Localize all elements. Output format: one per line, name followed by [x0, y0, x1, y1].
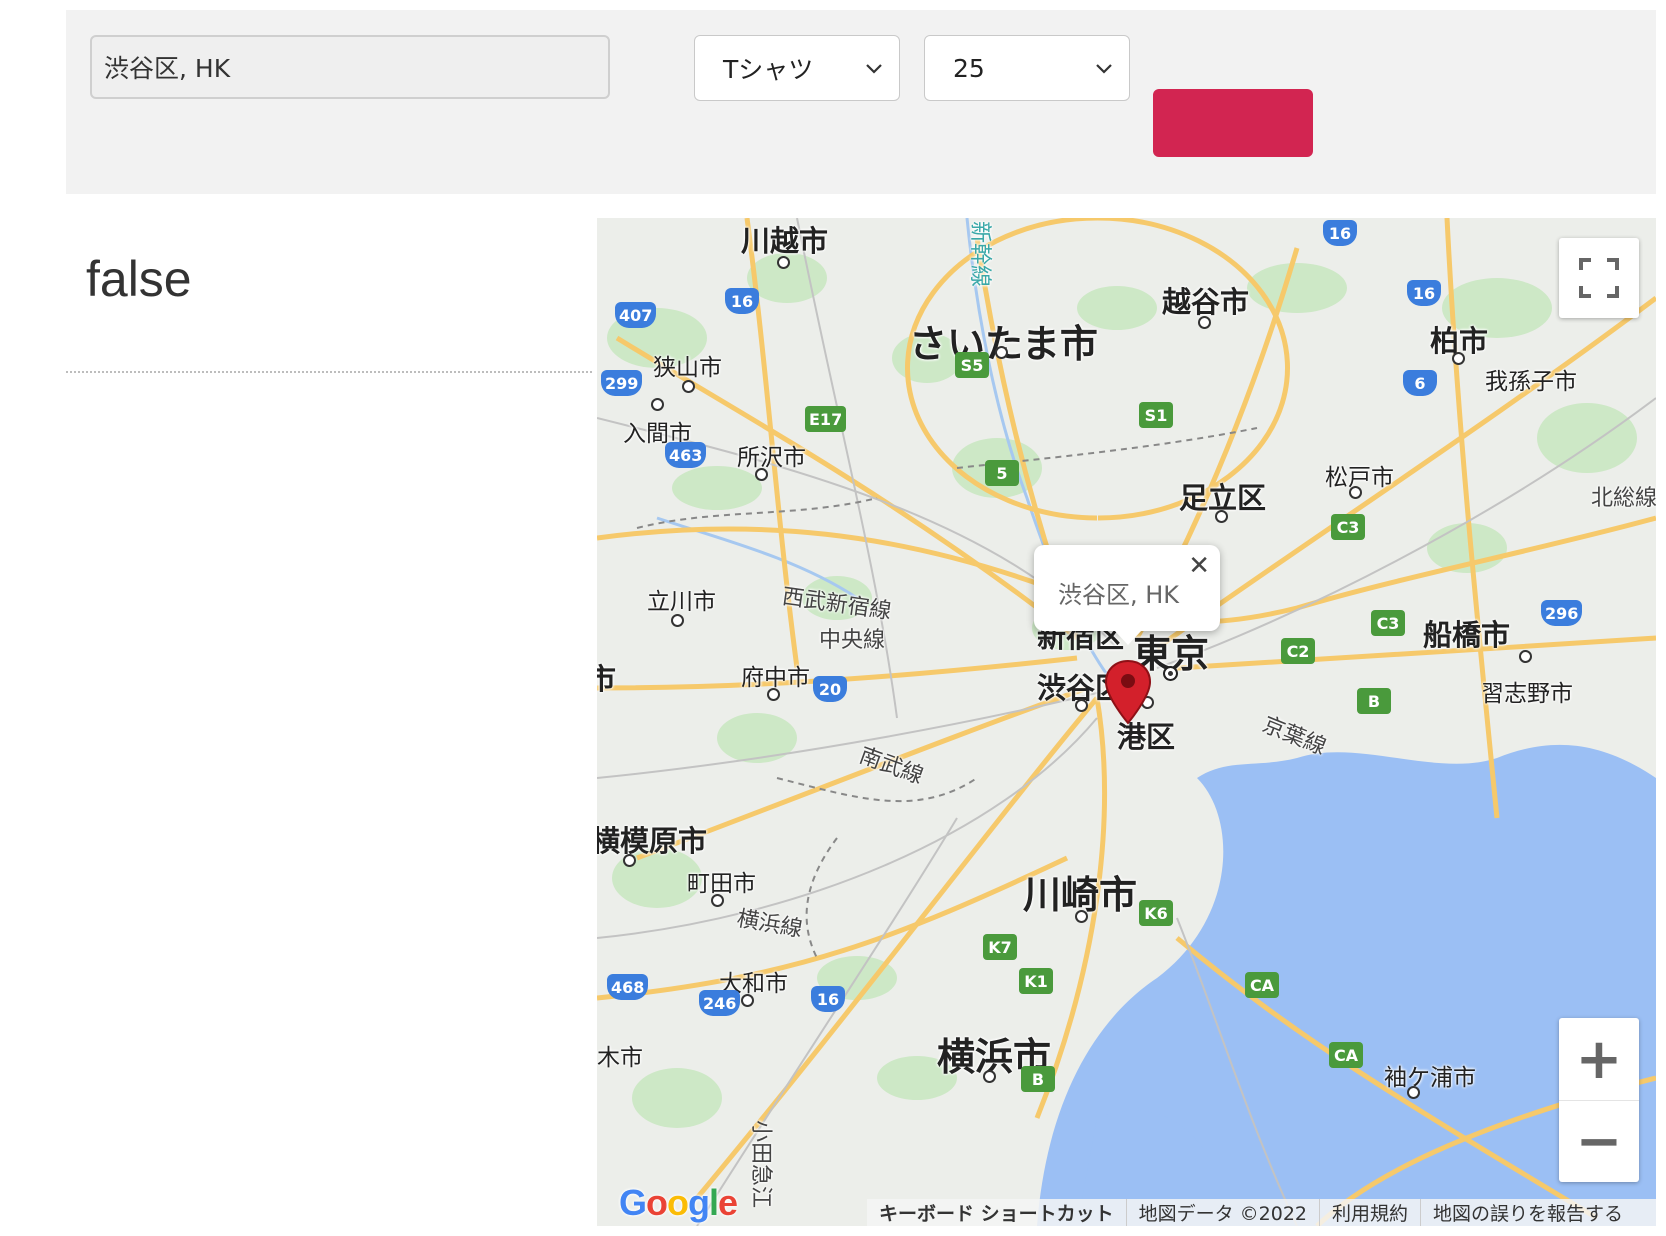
zoom-in-button[interactable]: + — [1559, 1018, 1639, 1101]
map-label-sayama: 狭山市 — [653, 355, 722, 381]
close-icon[interactable]: ✕ — [1188, 551, 1210, 581]
google-logo[interactable]: Google — [619, 1182, 738, 1224]
route-shield: C3 — [1331, 514, 1365, 540]
city-marker — [1075, 699, 1088, 712]
route-shield: CA — [1329, 1042, 1363, 1068]
route-shield: 16 — [1407, 280, 1441, 306]
city-marker — [1349, 486, 1362, 499]
map-label-saitama: さいたま市 — [909, 322, 1098, 366]
info-window: 渋谷区, HK ✕ — [1034, 545, 1220, 645]
route-shield: 16 — [1323, 220, 1357, 246]
fullscreen-button[interactable] — [1559, 238, 1639, 318]
map-label-sagamihara: 横模原市 — [597, 824, 708, 858]
city-marker — [755, 468, 768, 481]
city-marker — [1452, 352, 1465, 365]
map-label-west-edge-2: 木市 — [597, 1045, 643, 1071]
route-shield: 407 — [615, 302, 657, 328]
map-label-abiko: 我孫子市 — [1485, 369, 1577, 395]
map-label-tokorozawa: 所沢市 — [737, 445, 806, 471]
attribution-bar: キーボード ショートカット 地図データ ©2022 利用規約 地図の誤りを報告す… — [867, 1199, 1656, 1226]
route-shield: B — [1357, 688, 1391, 714]
city-marker — [1198, 316, 1211, 329]
route-shield: 463 — [665, 442, 707, 468]
chevron-down-icon — [866, 64, 882, 74]
route-shield: B — [1021, 1066, 1055, 1092]
map-label-tachikawa: 立川市 — [647, 589, 716, 615]
city-marker — [1519, 650, 1532, 663]
map-data-credit: 地図データ ©2022 — [1127, 1199, 1321, 1226]
route-shield: 16 — [811, 986, 845, 1012]
route-shield: K6 — [1139, 900, 1173, 926]
map-pin-icon[interactable] — [1103, 659, 1153, 727]
map-label-sodegaura: 袖ケ浦市 — [1384, 1065, 1476, 1091]
route-shield: 246 — [699, 990, 741, 1016]
city-marker — [995, 346, 1008, 359]
map-label-funabashi: 船橋市 — [1423, 618, 1511, 652]
city-marker — [671, 614, 684, 627]
map-label-machida: 町田市 — [687, 871, 756, 897]
map-label-kitasou: 北総線 — [1591, 486, 1656, 511]
route-shield: 6 — [1403, 370, 1437, 396]
map-label-west-edge: 市 — [597, 662, 617, 696]
report-error-link[interactable]: 地図の誤りを報告する — [1421, 1199, 1635, 1226]
city-marker — [623, 854, 636, 867]
product-type-select[interactable]: Tシャツ — [694, 35, 900, 101]
route-shield: 20 — [813, 676, 847, 702]
result-text: false — [86, 251, 192, 307]
city-marker — [767, 688, 780, 701]
route-shield: 468 — [607, 974, 649, 1000]
divider — [66, 371, 592, 373]
route-shield: K1 — [1019, 968, 1053, 994]
route-shield: CA — [1245, 972, 1279, 998]
map-label-fuchu: 府中市 — [741, 665, 810, 691]
map[interactable]: 川越市 さいたま市 越谷市 柏市 我孫子市 狭山市 入間市 所沢市 足立区 松戸… — [597, 218, 1656, 1226]
map-label-shinkansen: 新幹線 — [967, 220, 993, 288]
map-label-kawagoe: 川越市 — [741, 224, 829, 258]
search-panel: Tシャツ 25 — [66, 10, 1656, 194]
route-shield: S1 — [1139, 402, 1173, 428]
city-marker — [682, 380, 695, 393]
map-label-narashino: 習志野市 — [1481, 681, 1573, 707]
zoom-control: + − — [1559, 1018, 1639, 1182]
capital-marker — [1163, 666, 1178, 681]
map-label-koshigaya: 越谷市 — [1162, 285, 1250, 319]
terms-link[interactable]: 利用規約 — [1320, 1199, 1422, 1226]
city-marker — [1075, 910, 1088, 923]
count-value: 25 — [953, 53, 985, 83]
info-window-text: 渋谷区, HK — [1058, 581, 1180, 609]
route-shield: 16 — [725, 288, 759, 314]
fullscreen-icon — [1579, 258, 1619, 298]
city-marker — [983, 1070, 996, 1083]
keyboard-shortcuts-link[interactable]: キーボード ショートカット — [867, 1199, 1127, 1226]
city-marker — [777, 256, 790, 269]
route-shield: K7 — [983, 934, 1017, 960]
route-shield: C3 — [1371, 610, 1405, 636]
location-input[interactable] — [90, 35, 610, 99]
route-shield: S5 — [955, 352, 989, 378]
city-marker — [1215, 510, 1228, 523]
count-select[interactable]: 25 — [924, 35, 1130, 101]
product-type-value: Tシャツ — [723, 55, 814, 84]
map-label-chuo-line: 中央線 — [819, 628, 886, 653]
city-marker — [741, 994, 754, 1007]
city-marker — [651, 398, 664, 411]
city-marker — [711, 894, 724, 907]
chevron-down-icon — [1096, 64, 1112, 74]
route-shield: 299 — [601, 370, 643, 396]
map-label-odakyu: 小田急江 — [748, 1119, 774, 1209]
route-shield: E17 — [805, 406, 847, 432]
route-shield: 5 — [985, 460, 1019, 486]
city-marker — [1407, 1086, 1420, 1099]
zoom-out-button[interactable]: − — [1559, 1100, 1639, 1182]
submit-button[interactable] — [1153, 89, 1313, 157]
route-shield: C2 — [1281, 638, 1315, 664]
route-shield: 296 — [1541, 600, 1583, 626]
